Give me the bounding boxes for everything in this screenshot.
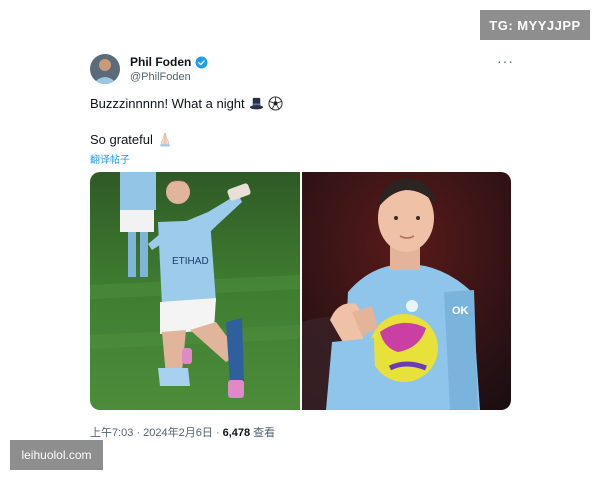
tweet-text-line1: Buzzzinnnnn! What a night	[90, 96, 283, 111]
more-options-icon[interactable]: ···	[497, 53, 514, 69]
views-count: 6,478	[222, 427, 251, 439]
tweet-meta: 上午7:03 · 2024年2月6日 · 6,478 查看	[90, 424, 275, 440]
tg-watermark: TG: MYYJJPP	[480, 10, 590, 40]
views-label: 查看	[253, 427, 276, 439]
tweet-text-line2: So grateful	[90, 132, 173, 147]
avatar[interactable]	[90, 54, 120, 84]
top-hat-icon	[249, 97, 263, 110]
author-handle[interactable]: @PhilFoden	[130, 71, 191, 83]
tweet-text: Buzzzinnnnn! What a night	[90, 96, 245, 111]
celebration-photo[interactable]: ETIHAD	[90, 172, 300, 410]
translate-post-link[interactable]: 翻译帖子	[90, 151, 130, 166]
timestamp[interactable]: 上午7:03 · 2024年2月6日 ·	[90, 424, 220, 440]
soccer-ball-icon	[268, 96, 283, 111]
tweet-text: So grateful	[90, 132, 153, 147]
tweet-media[interactable]: ETIHAD OK	[90, 172, 511, 410]
praying-hands-icon	[160, 132, 170, 147]
svg-text:OK: OK	[452, 305, 469, 317]
site-watermark: leihuolol.com	[10, 440, 103, 470]
verified-badge-icon	[195, 56, 208, 68]
svg-text:ETIHAD: ETIHAD	[172, 256, 209, 267]
author-name[interactable]: Phil Foden	[130, 55, 191, 69]
portrait-photo[interactable]: OK	[302, 172, 511, 410]
